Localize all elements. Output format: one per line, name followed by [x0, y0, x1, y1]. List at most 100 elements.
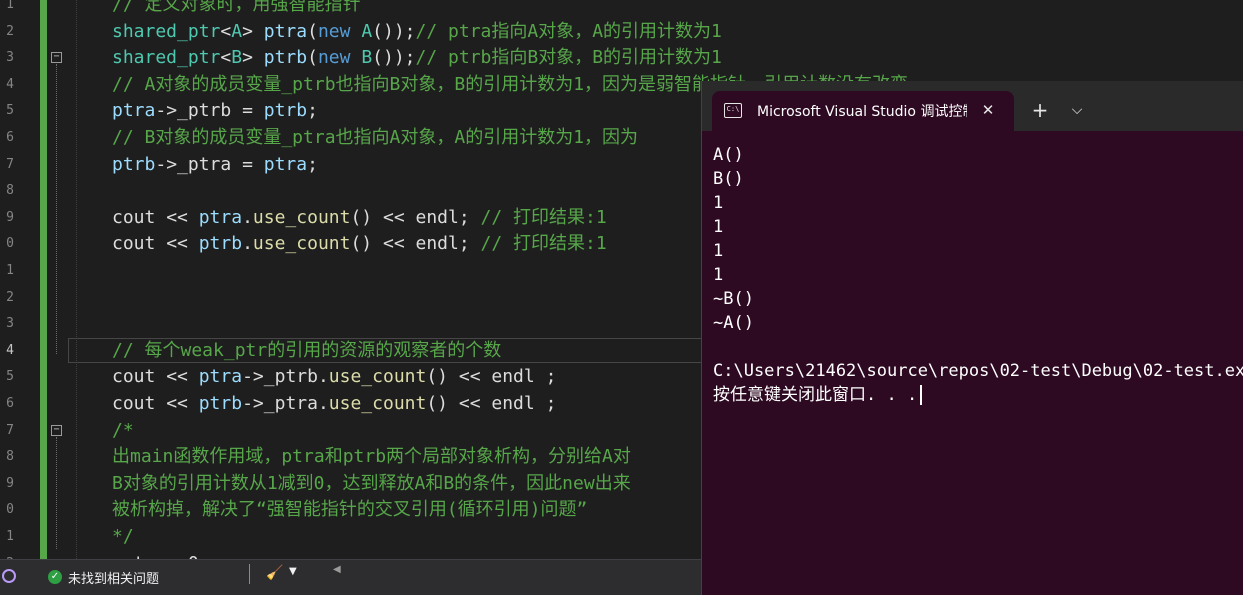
- code-line[interactable]: shared_ptr<B> ptrb(new B());// ptrb指向B对象…: [112, 45, 722, 72]
- terminal-output-line: A(): [713, 143, 1243, 167]
- new-tab-button[interactable]: +: [1026, 99, 1054, 121]
- tab-title: Microsoft Visual Studio 调试控制台: [757, 104, 967, 120]
- line-number: 3: [6, 50, 14, 66]
- code-line[interactable]: cout << ptra.use_count() << endl; // 打印结…: [112, 205, 607, 232]
- code-token: B: [361, 47, 373, 69]
- code-token: ;: [458, 206, 481, 228]
- code-line[interactable]: B对象的引用计数从1减到0，达到释放A和B的条件，因此new出来: [112, 471, 631, 498]
- code-token: B对象的引用计数从1减到0，达到释放A和B的条件，因此new出来: [112, 472, 631, 494]
- code-token: ;: [307, 153, 318, 175]
- code-line[interactable]: cout << ptrb.use_count() << endl; // 打印结…: [112, 231, 607, 258]
- line-number: 5: [6, 369, 14, 385]
- code-token: endl: [415, 206, 459, 228]
- code-line[interactable]: ptra->_ptrb = ptrb;: [112, 98, 318, 125]
- code-line[interactable]: cout << ptra->_ptrb.use_count() << endl …: [112, 364, 556, 391]
- line-number: 5: [6, 103, 14, 119]
- code-token: ptrb: [198, 233, 243, 255]
- code-line[interactable]: */: [112, 524, 134, 551]
- code-cleanup-icon[interactable]: 🧹: [266, 565, 283, 581]
- terminal-output-text: ~B(): [713, 289, 754, 309]
- line-number: 4: [6, 76, 14, 92]
- code-line[interactable]: ptrb->_ptra = ptra;: [112, 152, 318, 179]
- code-line[interactable]: return 0;: [112, 551, 210, 559]
- code-token: A: [231, 20, 243, 42]
- code-token: ->: [155, 153, 178, 175]
- horizontal-scrollbar[interactable]: [348, 568, 703, 582]
- terminal-output-line: 1: [713, 263, 1243, 287]
- code-token: // 定义对象时，用强智能指针: [112, 0, 361, 15]
- code-token: shared_ptr: [112, 47, 221, 69]
- line-number: 9: [6, 209, 14, 225]
- code-token: _ptrb: [263, 366, 318, 388]
- issues-text: 未找到相关问题: [68, 570, 160, 586]
- terminal-output[interactable]: A() B() 1 1 1 1 ~B() ~A() C:\Users\21462\source\…: [713, 143, 1243, 407]
- collapse-comment-icon[interactable]: −: [51, 425, 62, 436]
- line-number: 9: [6, 475, 14, 491]
- terminal-titlebar[interactable]: C:\ Microsoft Visual Studio 调试控制台 ✕ + ⌵: [702, 81, 1243, 131]
- code-token: B: [231, 47, 243, 69]
- code-line[interactable]: // 定义对象时，用强智能指针: [112, 0, 361, 19]
- code-token: use_count: [328, 393, 427, 414]
- code-token: ptra: [263, 153, 308, 175]
- code-token: () <<: [350, 206, 416, 228]
- terminal-output-line: 1: [713, 215, 1243, 239]
- code-token: .: [317, 393, 329, 414]
- line-number: 3: [6, 316, 14, 332]
- code-line[interactable]: // B对象的成员变量_ptra也指向A对象，A的引用计数为1，因为: [112, 125, 638, 152]
- code-line[interactable]: shared_ptr<A> ptra(new A());// ptra指向A对象…: [112, 19, 722, 46]
- line-number-gutter: 1 2 3 4 5 6 7 8 9 0 1 2 3 4 5 6 7 8 9 0 1 2: [0, 0, 38, 559]
- code-line[interactable]: // 每个weak_ptr的引用的资源的观察者的个数: [112, 338, 501, 365]
- code-token: new: [317, 20, 351, 42]
- code-token: // 打印结果:1: [480, 233, 607, 255]
- line-number: 0: [6, 502, 14, 518]
- line-number: 7: [6, 156, 14, 172]
- code-line[interactable]: 出main函数作用域，ptra和ptrb两个局部对象析构，分别给A对: [112, 444, 631, 471]
- code-token: // ptrb指向B对象，B的引用计数为1: [415, 47, 722, 69]
- code-token: ptra: [198, 206, 243, 228]
- status-separator: [249, 564, 250, 584]
- terminal-output-text: B(): [713, 169, 744, 189]
- line-number: 6: [6, 396, 14, 411]
- code-token: shared_ptr: [112, 20, 221, 42]
- change-tracking-bar: [40, 0, 47, 559]
- check-circle-icon: ✓: [48, 570, 62, 584]
- text-cursor: [920, 385, 923, 405]
- code-token: new: [317, 47, 351, 69]
- code-token: ->: [242, 366, 264, 388]
- tab-dropdown-button[interactable]: ⌵: [1063, 99, 1091, 121]
- line-number: 0: [6, 236, 14, 252]
- terminal-output-text: A(): [713, 145, 744, 165]
- code-token: <<: [155, 366, 199, 388]
- code-token: A: [361, 20, 373, 42]
- terminal-output-line: C:\Users\21462\source\repos\02-test\Debu…: [713, 359, 1243, 383]
- code-line[interactable]: /*: [112, 418, 134, 445]
- code-token: // 每个weak_ptr的引用的资源的观察者的个数: [112, 339, 502, 361]
- code-token: */: [112, 526, 134, 547]
- code-token: ptra: [263, 20, 308, 42]
- terminal-output-line: ~A(): [713, 311, 1243, 335]
- code-token: cout: [112, 233, 156, 255]
- code-token: ->: [242, 393, 264, 414]
- collapse-region-icon[interactable]: −: [51, 52, 62, 63]
- code-token: <<: [155, 206, 199, 228]
- close-tab-icon[interactable]: ✕: [978, 100, 998, 120]
- code-token: (: [307, 20, 318, 42]
- code-token: () <<: [350, 233, 416, 255]
- chevron-down-icon[interactable]: ▼: [289, 566, 297, 577]
- code-line[interactable]: cout << ptrb->_ptra.use_count() << endl …: [112, 391, 556, 418]
- code-token: >: [242, 47, 264, 69]
- terminal-output-line: B(): [713, 167, 1243, 191]
- fold-guide: [56, 437, 57, 549]
- terminal-tab[interactable]: C:\ Microsoft Visual Studio 调试控制台 ✕: [712, 91, 1014, 131]
- copilot-icon[interactable]: [2, 569, 16, 583]
- code-line[interactable]: 被析构掉，解决了“强智能指针的交叉引用(循环引用)问题”: [112, 497, 587, 524]
- code-token: endl: [491, 366, 535, 388]
- debug-console-window[interactable]: C:\ Microsoft Visual Studio 调试控制台 ✕ + ⌵ …: [701, 81, 1243, 595]
- scroll-left-icon[interactable]: ◀: [333, 564, 341, 575]
- issues-indicator[interactable]: ✓ 未找到相关问题: [48, 564, 159, 590]
- code-token: (: [307, 47, 318, 69]
- code-token: () <<: [426, 393, 492, 414]
